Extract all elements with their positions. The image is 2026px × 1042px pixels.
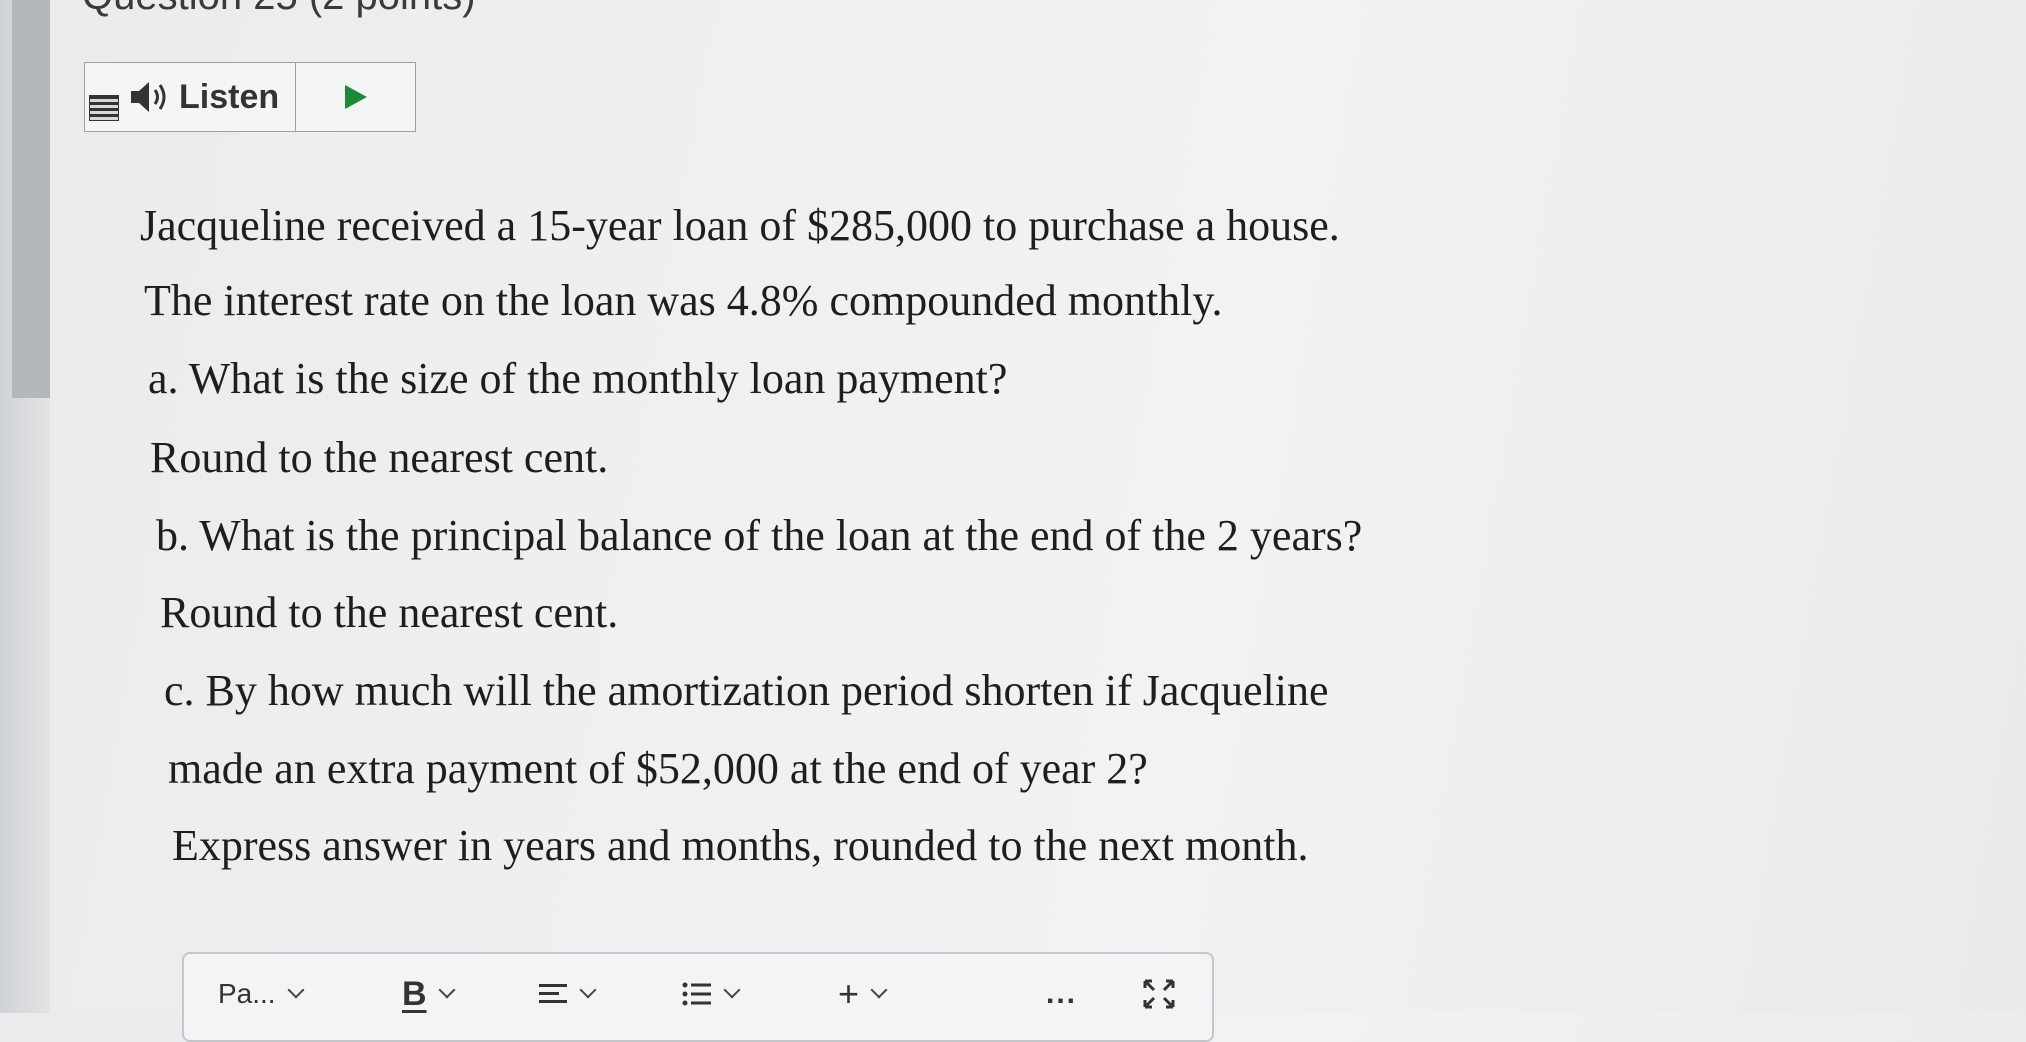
problem-line: made an extra payment of $52,000 at the … (168, 744, 1148, 793)
listen-toolbar: Listen (84, 62, 416, 132)
expand-icon (1143, 979, 1175, 1009)
listen-button[interactable]: Listen (119, 63, 297, 131)
list-icon (682, 982, 711, 1006)
problem-line: Express answer in years and months, roun… (172, 821, 1309, 870)
question-title: Question 25 (2 points) (82, 0, 476, 19)
more-options-button[interactable]: ... (1046, 974, 1077, 1014)
paragraph-format-label: Pa... (218, 978, 276, 1009)
left-panel (0, 0, 50, 1013)
problem-line: Jacqueline received a 15-year loan of $2… (140, 201, 1340, 250)
editor-toolbar: Pa... B + ... (184, 973, 1212, 1014)
problem-line: The interest rate on the loan was 4.8% c… (144, 276, 1223, 325)
problem-line: Round to the nearest cent. (150, 433, 609, 482)
plus-icon: + (838, 973, 860, 1014)
paragraph-format-dropdown[interactable]: Pa... (218, 974, 305, 1014)
insert-button[interactable]: + (838, 973, 888, 1014)
align-button[interactable] (538, 974, 597, 1014)
chevron-down-icon (579, 981, 597, 999)
listen-label: Listen (179, 77, 280, 116)
bold-label: B (402, 974, 427, 1013)
problem-line: a. What is the size of the monthly loan … (148, 354, 1008, 403)
chevron-down-icon (287, 981, 305, 999)
chevron-down-icon (438, 981, 456, 999)
answer-editor[interactable]: Pa... B + ... (182, 952, 1214, 1042)
expand-button[interactable] (1142, 974, 1176, 1014)
list-button[interactable] (682, 974, 741, 1014)
scrollbar-thumb[interactable] (12, 0, 50, 398)
menu-icon[interactable] (89, 95, 119, 121)
play-icon (344, 85, 367, 109)
play-button[interactable] (296, 63, 415, 131)
align-icon (539, 984, 567, 1003)
bold-button[interactable]: B (402, 974, 456, 1014)
speaker-icon (131, 82, 166, 112)
more-icon: ... (1046, 977, 1078, 1010)
problem-line: Round to the nearest cent. (160, 588, 619, 637)
chevron-down-icon (723, 981, 741, 999)
problem-line: c. By how much will the amortization per… (164, 666, 1329, 715)
chevron-down-icon (870, 981, 888, 999)
problem-line: b. What is the principal balance of the … (156, 511, 1363, 560)
